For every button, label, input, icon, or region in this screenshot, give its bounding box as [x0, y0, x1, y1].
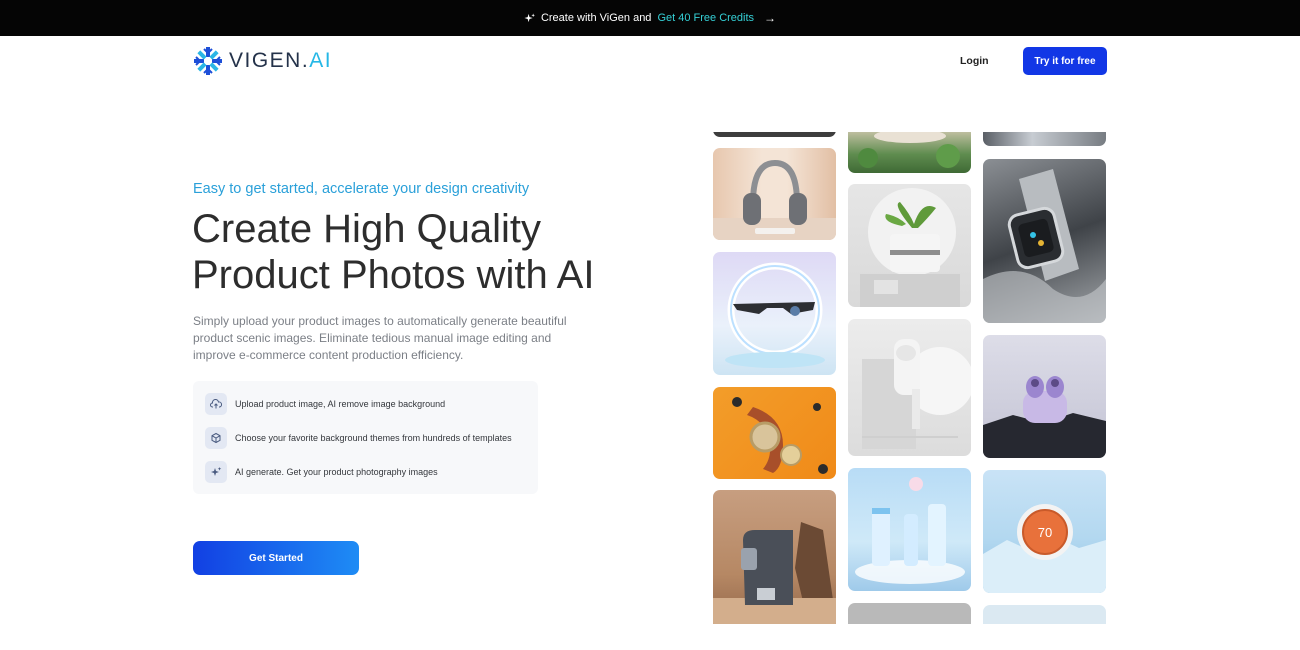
top-nav: VIGEN.AI Login Try it for free: [0, 36, 1300, 88]
gallery-image-headphones: [713, 148, 836, 240]
try-free-button[interactable]: Try it for free: [1023, 47, 1107, 75]
cube-icon: [205, 427, 227, 449]
gallery-image-metal: [983, 132, 1106, 146]
headline-line-1: Create High Quality: [192, 207, 542, 251]
steps-card: Upload product image, AI remove image ba…: [193, 381, 538, 494]
sparkle-icon: [205, 461, 227, 483]
gallery-image-speaker: [848, 184, 971, 307]
step-label: Upload product image, AI remove image ba…: [235, 399, 446, 409]
login-link[interactable]: Login: [960, 55, 989, 67]
hero-description: Simply upload your product images to aut…: [193, 314, 567, 362]
gallery-image-light-blue: [983, 605, 1106, 624]
step-upload: Upload product image, AI remove image ba…: [205, 393, 445, 415]
gallery-image-watch: [713, 387, 836, 479]
gallery-image-smartwatch: [983, 159, 1106, 323]
gallery-image-hair-dryer: [848, 319, 971, 456]
gallery-image-coffee-machine: [713, 490, 836, 624]
step-choose-template: Choose your favorite background themes f…: [205, 427, 512, 449]
gallery-image-thermostat: 70: [983, 470, 1106, 593]
step-label: Choose your favorite background themes f…: [235, 433, 512, 443]
announcement-highlight[interactable]: Get 40 Free Credits: [657, 12, 754, 24]
cloud-upload-icon: [205, 393, 227, 415]
sparkle-icon: [524, 12, 535, 22]
announcement-bar[interactable]: Create with ViGen and Get 40 Free Credit…: [0, 0, 1300, 36]
logo-wordmark: VIGEN.AI: [229, 49, 333, 72]
hero-eyebrow: Easy to get started, accelerate your des…: [193, 181, 530, 197]
step-label: AI generate. Get your product photograph…: [235, 467, 438, 477]
thermostat-reading: 70: [1038, 525, 1052, 540]
arrow-right-icon: →: [764, 11, 777, 25]
logo[interactable]: VIGEN.AI: [193, 46, 332, 76]
gallery-image-bottles: [848, 468, 971, 591]
product-gallery: 70: [712, 132, 1108, 624]
headline-line-2: Product Photos with AI: [192, 253, 595, 297]
announcement-text: Create with ViGen and: [540, 12, 652, 24]
step-generate: AI generate. Get your product photograph…: [205, 461, 438, 483]
get-started-button[interactable]: Get Started: [193, 541, 359, 575]
gallery-image-earbuds: [983, 335, 1106, 458]
gallery-image-dark: [713, 132, 836, 137]
snowflake-logo-icon: [194, 47, 222, 75]
gallery-image-plants: [848, 132, 971, 173]
gallery-image-gray: [848, 603, 971, 624]
gallery-image-glasses: [713, 252, 836, 375]
hero-headline: Create High Quality Product Photos with …: [192, 206, 594, 298]
